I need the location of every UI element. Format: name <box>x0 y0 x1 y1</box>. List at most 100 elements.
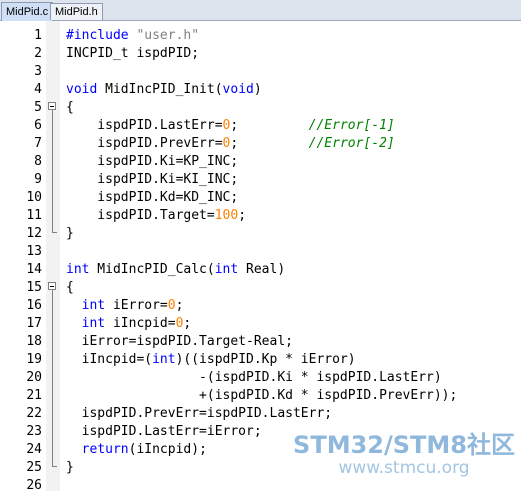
line-number: 25 <box>26 460 42 475</box>
code-line[interactable]: { <box>66 279 74 297</box>
code-line[interactable]: #include "user.h" <box>66 27 199 45</box>
code-token: MidIncPID_Calc( <box>89 262 215 277</box>
watermark-url: www.stmcu.org <box>338 458 470 478</box>
code-token: int <box>66 262 90 277</box>
fold-toggle-icon[interactable] <box>48 282 56 290</box>
code-token: int <box>81 316 106 331</box>
code-token: 100 <box>214 208 239 223</box>
code-line[interactable]: ispdPID.LastErr=0; //Error[-1] <box>66 117 395 135</box>
code-token: ispdPID.PrevErr=ispdPID.LastErr; <box>66 406 333 421</box>
code-line[interactable]: int iError=0; <box>66 297 184 315</box>
line-number: 16 <box>26 298 42 313</box>
line-number: 7 <box>34 136 42 151</box>
fold-margin <box>46 21 60 491</box>
line-number: 12 <box>26 226 42 241</box>
code-line[interactable]: +(ispdPID.Kd * ispdPID.PrevErr)); <box>66 387 457 405</box>
fold-guide <box>52 290 53 466</box>
code-line[interactable]: int iIncpid=0; <box>66 315 192 333</box>
code-line[interactable]: ispdPID.PrevErr=ispdPID.LastErr; <box>66 405 332 423</box>
line-numbers: 1 2 3 4 5 6 7 8 9 10 11 12 13 14 15 16 17 18 19 20 21 22 23 24 2… <box>0 21 46 491</box>
line-number: 10 <box>26 190 42 205</box>
code-token: iIncpid=( <box>66 352 153 367</box>
code-line[interactable]: ispdPID.Ki=KI_INC; <box>66 171 238 189</box>
code-token: ; <box>230 118 309 133</box>
line-number: 1 <box>34 28 42 43</box>
code-line[interactable]: -(ispdPID.Ki * ispdPID.LastErr) <box>66 369 442 387</box>
line-number: 23 <box>26 424 42 439</box>
code-token: ; <box>183 316 192 331</box>
code-token: INCPID_t ispdPID; <box>66 46 200 61</box>
fold-guide <box>52 110 53 232</box>
code-token: //Error[-1] <box>308 118 395 133</box>
code-line[interactable]: ispdPID.LastErr=iError; <box>66 423 262 441</box>
tab-midpid-h[interactable]: MidPid.h <box>50 3 103 20</box>
site-watermark: STM32/STM8社区 www.stmcu.org <box>293 432 515 478</box>
code-area[interactable]: #include "user.h" INCPID_t ispdPID; void M… <box>60 21 521 491</box>
code-token: iIncpid= <box>105 316 176 331</box>
code-token: iError= <box>105 298 168 313</box>
line-number: 20 <box>26 370 42 385</box>
code-token: +(ispdPID.Kd * ispdPID.PrevErr)); <box>66 388 458 403</box>
line-number: 3 <box>34 64 42 79</box>
line-number: 21 <box>26 388 42 403</box>
line-number: 15 <box>26 280 42 295</box>
code-token: ispdPID.Ki=KP_INC; <box>66 154 239 169</box>
code-token: void <box>222 82 254 97</box>
code-token: { <box>66 280 74 295</box>
code-token: "user.h" <box>136 28 200 43</box>
line-number: 2 <box>34 46 42 61</box>
code-token: -(ispdPID.Ki * ispdPID.LastErr) <box>66 370 442 385</box>
watermark-title: STM32/STM8社区 <box>293 431 515 459</box>
code-token: ; <box>238 208 247 223</box>
fold-end-marker <box>52 466 57 467</box>
line-number: 19 <box>26 352 42 367</box>
code-token: ispdPID.LastErr= <box>66 118 223 133</box>
tab-midpid-c[interactable]: MidPid.c <box>1 2 54 21</box>
code-token: return <box>81 442 129 457</box>
line-number: 17 <box>26 316 42 331</box>
code-token: (iIncpid); <box>128 442 207 457</box>
code-token: int <box>81 298 106 313</box>
code-line[interactable]: ispdPID.Target=100; <box>66 207 246 225</box>
tab-bar: MidPid.c MidPid.h <box>0 0 521 21</box>
code-token: //Error[-2] <box>308 136 395 151</box>
code-line[interactable]: } <box>66 459 74 477</box>
fold-end-marker <box>52 232 57 233</box>
code-line[interactable]: iError=ispdPID.Target-Real; <box>66 333 293 351</box>
code-line[interactable]: int MidIncPID_Calc(int Real) <box>66 261 285 279</box>
code-token: ; <box>230 136 309 151</box>
code-token: )((ispdPID.Kp * iError) <box>175 352 356 367</box>
line-number: 11 <box>26 208 42 223</box>
code-line[interactable]: ispdPID.Kd=KD_INC; <box>66 189 238 207</box>
code-line[interactable]: ispdPID.PrevErr=0; //Error[-2] <box>66 135 395 153</box>
code-line[interactable]: return(iIncpid); <box>66 441 207 459</box>
code-token: { <box>66 100 74 115</box>
code-line[interactable]: iIncpid=(int)((ispdPID.Kp * iError) <box>66 351 356 369</box>
code-token: int <box>214 262 239 277</box>
code-token: Real) <box>238 262 286 277</box>
code-line[interactable]: void MidIncPID_Init(void) <box>66 81 262 99</box>
code-token: ispdPID.PrevErr= <box>66 136 223 151</box>
code-token: ispdPID.LastErr=iError; <box>66 424 262 439</box>
code-token: ispdPID.Ki=KI_INC; <box>66 172 239 187</box>
line-number: 8 <box>34 154 42 169</box>
code-token: ; <box>175 298 184 313</box>
line-number: 6 <box>34 118 42 133</box>
code-token: ispdPID.Kd=KD_INC; <box>66 190 239 205</box>
line-number: 26 <box>26 478 42 491</box>
fold-toggle-icon[interactable] <box>48 102 56 110</box>
code-line[interactable]: ispdPID.Ki=KP_INC; <box>66 153 238 171</box>
code-line[interactable]: { <box>66 99 74 117</box>
code-editor[interactable]: #include "user.h" INCPID_t ispdPID; void M… <box>0 21 521 491</box>
line-number: 13 <box>26 244 42 259</box>
line-number: 14 <box>26 262 42 277</box>
line-number: 5 <box>34 100 42 115</box>
line-number: 4 <box>34 82 42 97</box>
code-line[interactable]: INCPID_t ispdPID; <box>66 45 199 63</box>
code-token: } <box>66 226 74 241</box>
code-token: iError=ispdPID.Target-Real; <box>66 334 293 349</box>
code-line[interactable]: } <box>66 225 74 243</box>
line-number: 24 <box>26 442 42 457</box>
